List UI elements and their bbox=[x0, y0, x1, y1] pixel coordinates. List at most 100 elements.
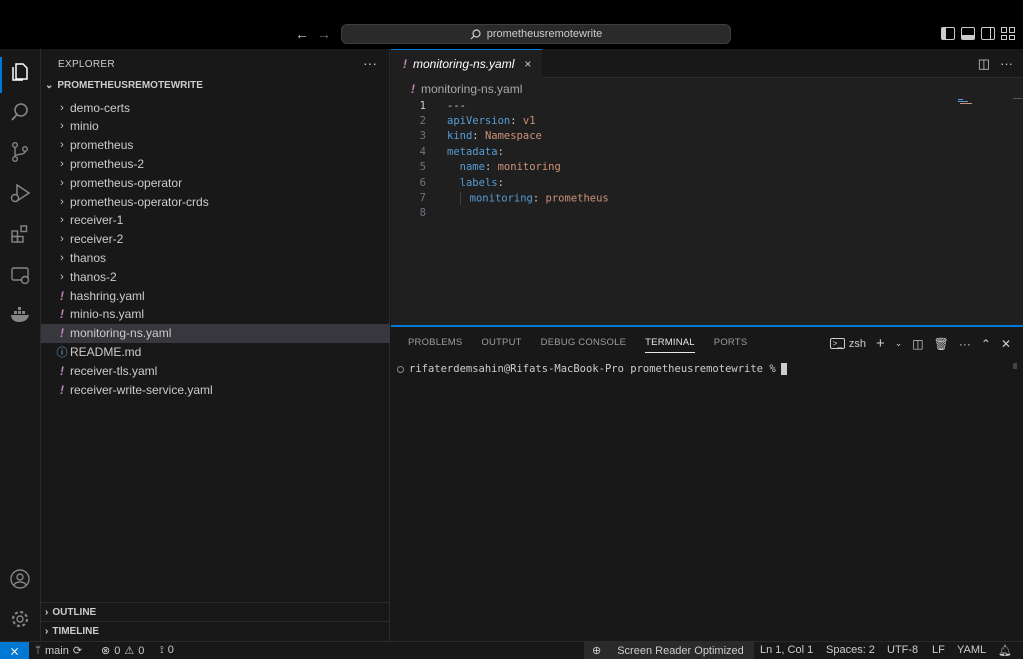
line-number: 7 bbox=[419, 192, 426, 205]
tree-item-label: hashring.yaml bbox=[70, 288, 145, 303]
remote-explorer-icon[interactable] bbox=[7, 262, 33, 288]
folder-item[interactable]: › prometheus-operator-crds bbox=[41, 192, 390, 211]
split-terminal-icon[interactable]: ◫ bbox=[912, 337, 923, 351]
yaml-key: metadata bbox=[447, 145, 498, 158]
line-number: 4 bbox=[419, 145, 426, 158]
panel-tab-debug-console[interactable]: DEBUG CONSOLE bbox=[541, 337, 626, 353]
code-line: 1 --- bbox=[391, 98, 1023, 113]
toggle-panel-icon[interactable] bbox=[961, 27, 975, 40]
ports-status[interactable]: ⟟ 0 bbox=[160, 644, 174, 656]
folder-item[interactable]: › prometheus-2 bbox=[41, 154, 390, 173]
editor-more-icon[interactable]: ··· bbox=[1000, 56, 1013, 72]
editor-tab-bar: ! monitoring-ns.yaml × ◫ ··· bbox=[391, 49, 1023, 78]
yaml-file-icon: ! bbox=[411, 82, 415, 96]
terminal-scrollbar[interactable] bbox=[1013, 363, 1017, 369]
yaml-value: prometheus bbox=[545, 192, 609, 205]
terminal-shell-selector[interactable]: >_ zsh bbox=[829, 338, 866, 350]
forward-button[interactable]: → bbox=[317, 26, 331, 42]
code-text: kind: Namespace bbox=[447, 130, 542, 142]
chevron-down-icon[interactable]: ⌄ bbox=[895, 338, 903, 349]
file-item[interactable]: ! hashring.yaml bbox=[41, 286, 390, 305]
outline-section[interactable]: › OUTLINE bbox=[41, 602, 390, 621]
remote-indicator-icon[interactable]: ⨯ bbox=[0, 642, 29, 659]
file-item[interactable]: ! receiver-write-service.yaml bbox=[41, 380, 390, 399]
code-text: metadata: bbox=[447, 146, 504, 158]
minimap[interactable] bbox=[958, 99, 973, 105]
tree-item-label: prometheus-operator-crds bbox=[70, 194, 209, 209]
language-mode[interactable]: YAML bbox=[957, 644, 986, 656]
folder-item[interactable]: › demo-certs bbox=[41, 98, 390, 117]
command-center-search[interactable]: prometheusremotewrite bbox=[341, 24, 731, 44]
code-line: 3 kind: Namespace bbox=[391, 129, 1023, 144]
maximize-panel-icon[interactable]: ⌃ bbox=[981, 337, 991, 351]
trash-icon[interactable]: 🗑︎ bbox=[934, 337, 949, 351]
code-text: monitoring: prometheus bbox=[447, 191, 609, 205]
yaml-file-icon: ! bbox=[60, 288, 64, 303]
toggle-secondary-sidebar-icon[interactable] bbox=[981, 27, 995, 40]
cursor-position[interactable]: Ln 1, Col 1 bbox=[760, 644, 813, 656]
close-panel-icon[interactable]: ✕ bbox=[1001, 337, 1011, 351]
error-count: 0 bbox=[114, 644, 121, 657]
folder-item[interactable]: › receiver-2 bbox=[41, 230, 390, 249]
folder-item[interactable]: › thanos bbox=[41, 248, 390, 267]
file-item[interactable]: ! monitoring-ns.yaml bbox=[41, 323, 390, 343]
split-editor-icon[interactable]: ◫ bbox=[978, 56, 990, 72]
folder-item[interactable]: › prometheus-operator bbox=[41, 173, 390, 192]
folder-item[interactable]: › thanos-2 bbox=[41, 267, 390, 286]
manage-gear-icon[interactable] bbox=[7, 606, 33, 632]
yaml-file-icon: ! bbox=[403, 57, 407, 71]
panel-tab-ports[interactable]: PORTS bbox=[714, 337, 748, 353]
zoom-icon: ⊕ bbox=[592, 645, 602, 657]
toggle-primary-sidebar-icon[interactable] bbox=[941, 27, 955, 40]
end-of-line[interactable]: LF bbox=[932, 644, 945, 656]
problems-status[interactable]: ⊗ 0 ⚠ 0 bbox=[101, 644, 144, 658]
more-actions-button[interactable]: ··· bbox=[363, 55, 377, 71]
line-number: 1 bbox=[419, 99, 426, 112]
timeline-section[interactable]: › TIMELINE bbox=[41, 621, 390, 640]
search-icon[interactable] bbox=[7, 99, 33, 125]
run-debug-icon[interactable] bbox=[7, 180, 33, 206]
chevron-right-icon: › bbox=[60, 270, 64, 283]
more-actions-icon[interactable]: ··· bbox=[959, 337, 971, 351]
yaml-file-icon: ! bbox=[60, 326, 64, 341]
folder-item[interactable]: › receiver-1 bbox=[41, 211, 390, 230]
docker-icon[interactable] bbox=[7, 302, 33, 328]
code-editor[interactable]: 1 --- 2 apiVersion: v1 3 kind: Namespace 4 meta… bbox=[391, 98, 1023, 221]
tree-item-label: thanos-2 bbox=[70, 269, 117, 284]
panel-tab-terminal[interactable]: TERMINAL bbox=[645, 337, 695, 353]
chevron-right-icon: › bbox=[60, 157, 64, 170]
breadcrumb[interactable]: ! monitoring-ns.yaml bbox=[411, 82, 522, 96]
code-line: 4 metadata: bbox=[391, 144, 1023, 159]
branch-status[interactable]: ᛘ main ⟳ bbox=[35, 644, 82, 658]
accounts-icon[interactable] bbox=[7, 566, 33, 592]
status-bar: ⨯ ᛘ main ⟳ ⊗ 0 ⚠ 0 ⟟ 0 ⊕ Screen Reader O… bbox=[0, 641, 1023, 659]
indentation[interactable]: Spaces: 2 bbox=[826, 644, 875, 656]
extensions-icon[interactable] bbox=[7, 221, 33, 247]
source-control-icon[interactable] bbox=[7, 139, 33, 165]
panel-tab-output[interactable]: OUTPUT bbox=[481, 337, 521, 353]
folder-item[interactable]: › prometheus bbox=[41, 136, 390, 155]
folder-item[interactable]: › minio bbox=[41, 117, 390, 136]
encoding[interactable]: UTF-8 bbox=[887, 644, 918, 656]
tree-item-label: demo-certs bbox=[70, 100, 131, 115]
screen-reader-status[interactable]: ⊕ Screen Reader Optimized bbox=[584, 642, 754, 659]
back-button[interactable]: ← bbox=[295, 26, 309, 42]
editor-tab[interactable]: ! monitoring-ns.yaml × bbox=[391, 49, 542, 78]
panel-tab-problems[interactable]: PROBLEMS bbox=[408, 337, 462, 353]
close-tab-button[interactable]: × bbox=[524, 57, 531, 71]
file-item[interactable]: ! receiver-tls.yaml bbox=[41, 361, 390, 380]
terminal-output[interactable]: rifaterdemsahin@Rifats-MacBook-Pro prome… bbox=[397, 363, 787, 375]
explorer-icon[interactable] bbox=[7, 59, 33, 85]
file-item[interactable]: ⓘ README.md bbox=[41, 342, 390, 361]
new-terminal-icon[interactable]: + bbox=[876, 335, 885, 352]
editor-area: ! monitoring-ns.yaml × ◫ ··· ! monitorin… bbox=[391, 49, 1023, 325]
notifications-bell-icon[interactable]: 🔔︎ bbox=[998, 644, 1012, 657]
customize-layout-icon[interactable] bbox=[1001, 27, 1015, 40]
workspace-root-label: PROMETHEUSREMOTEWRITE bbox=[57, 80, 203, 91]
tree-item-label: receiver-tls.yaml bbox=[70, 363, 158, 378]
yaml-file-icon: ! bbox=[60, 382, 64, 397]
overview-ruler bbox=[1013, 98, 1023, 99]
workspace-root[interactable]: ⌄ PROMETHEUSREMOTEWRITE bbox=[45, 80, 203, 91]
file-item[interactable]: ! minio-ns.yaml bbox=[41, 305, 390, 324]
chevron-right-icon: › bbox=[60, 139, 64, 152]
